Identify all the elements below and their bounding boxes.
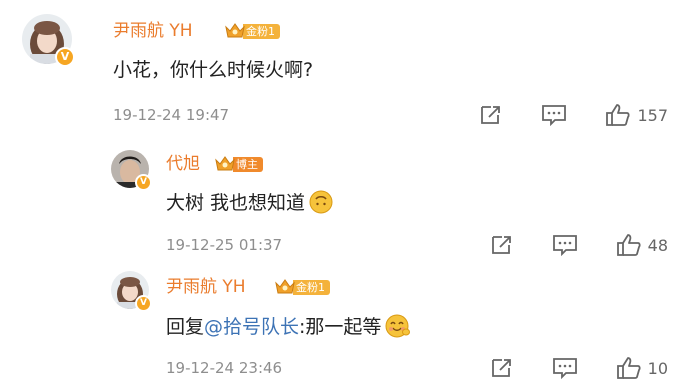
crown-icon	[224, 22, 246, 40]
mention-link[interactable]: @拾号队长	[204, 316, 299, 338]
username[interactable]: 尹雨航 YH	[113, 21, 193, 41]
avatar[interactable]: V	[111, 271, 152, 312]
like-count: 48	[647, 235, 668, 255]
like-button[interactable]: 157	[605, 103, 668, 127]
comment-text-content: 大树 我也想知道	[166, 192, 306, 214]
thumbs-up-icon	[606, 104, 631, 126]
like-count: 10	[647, 358, 668, 378]
verified-badge-icon: V	[135, 174, 152, 191]
avatar[interactable]: V	[111, 150, 152, 191]
verified-badge-icon: V	[55, 47, 75, 67]
comment-text-content: :那一起等	[299, 316, 382, 338]
username[interactable]: 代旭	[166, 154, 200, 174]
timestamp: 19-12-25 01:37	[166, 236, 283, 254]
blogger-badge: 博主	[214, 155, 263, 173]
comment-text: 小花，你什么时候火啊?	[113, 59, 314, 81]
like-button[interactable]: 10	[616, 356, 668, 380]
badge-label: 金粉1	[243, 23, 280, 39]
thumbs-up-icon	[616, 234, 641, 256]
timestamp: 19-12-24 19:47	[113, 106, 230, 124]
comment-button[interactable]	[552, 357, 578, 379]
timestamp: 19-12-24 23:46	[166, 359, 283, 377]
like-button[interactable]: 48	[616, 233, 668, 257]
comment-button[interactable]	[541, 104, 567, 126]
comment-icon	[552, 358, 577, 379]
like-count: 157	[637, 105, 668, 125]
comment-text: 大树 我也想知道	[166, 190, 333, 215]
fan-badge: 金粉1	[224, 22, 280, 40]
blush-smile-emoji	[385, 314, 411, 338]
upside-down-smile-emoji	[309, 190, 333, 214]
badge-label: 金粉1	[293, 279, 330, 295]
share-button[interactable]	[490, 357, 514, 379]
share-button[interactable]	[490, 234, 514, 256]
comment-icon	[552, 235, 577, 256]
reply-prefix: 回复	[166, 316, 205, 338]
comment-icon	[542, 105, 567, 126]
share-icon	[481, 106, 501, 124]
crown-icon	[274, 278, 296, 296]
comment-button[interactable]	[552, 234, 578, 256]
share-icon	[491, 359, 511, 377]
share-icon	[491, 236, 511, 254]
thumbs-up-icon	[616, 357, 641, 379]
username[interactable]: 尹雨航 YH	[166, 277, 246, 297]
fan-badge: 金粉1	[274, 278, 330, 296]
comment-text: 回复@拾号队长:那一起等	[166, 314, 411, 339]
share-button[interactable]	[479, 104, 503, 126]
avatar[interactable]: V	[22, 14, 75, 67]
crown-icon	[214, 155, 236, 173]
verified-badge-icon: V	[135, 295, 152, 312]
badge-label: 博主	[233, 156, 263, 172]
